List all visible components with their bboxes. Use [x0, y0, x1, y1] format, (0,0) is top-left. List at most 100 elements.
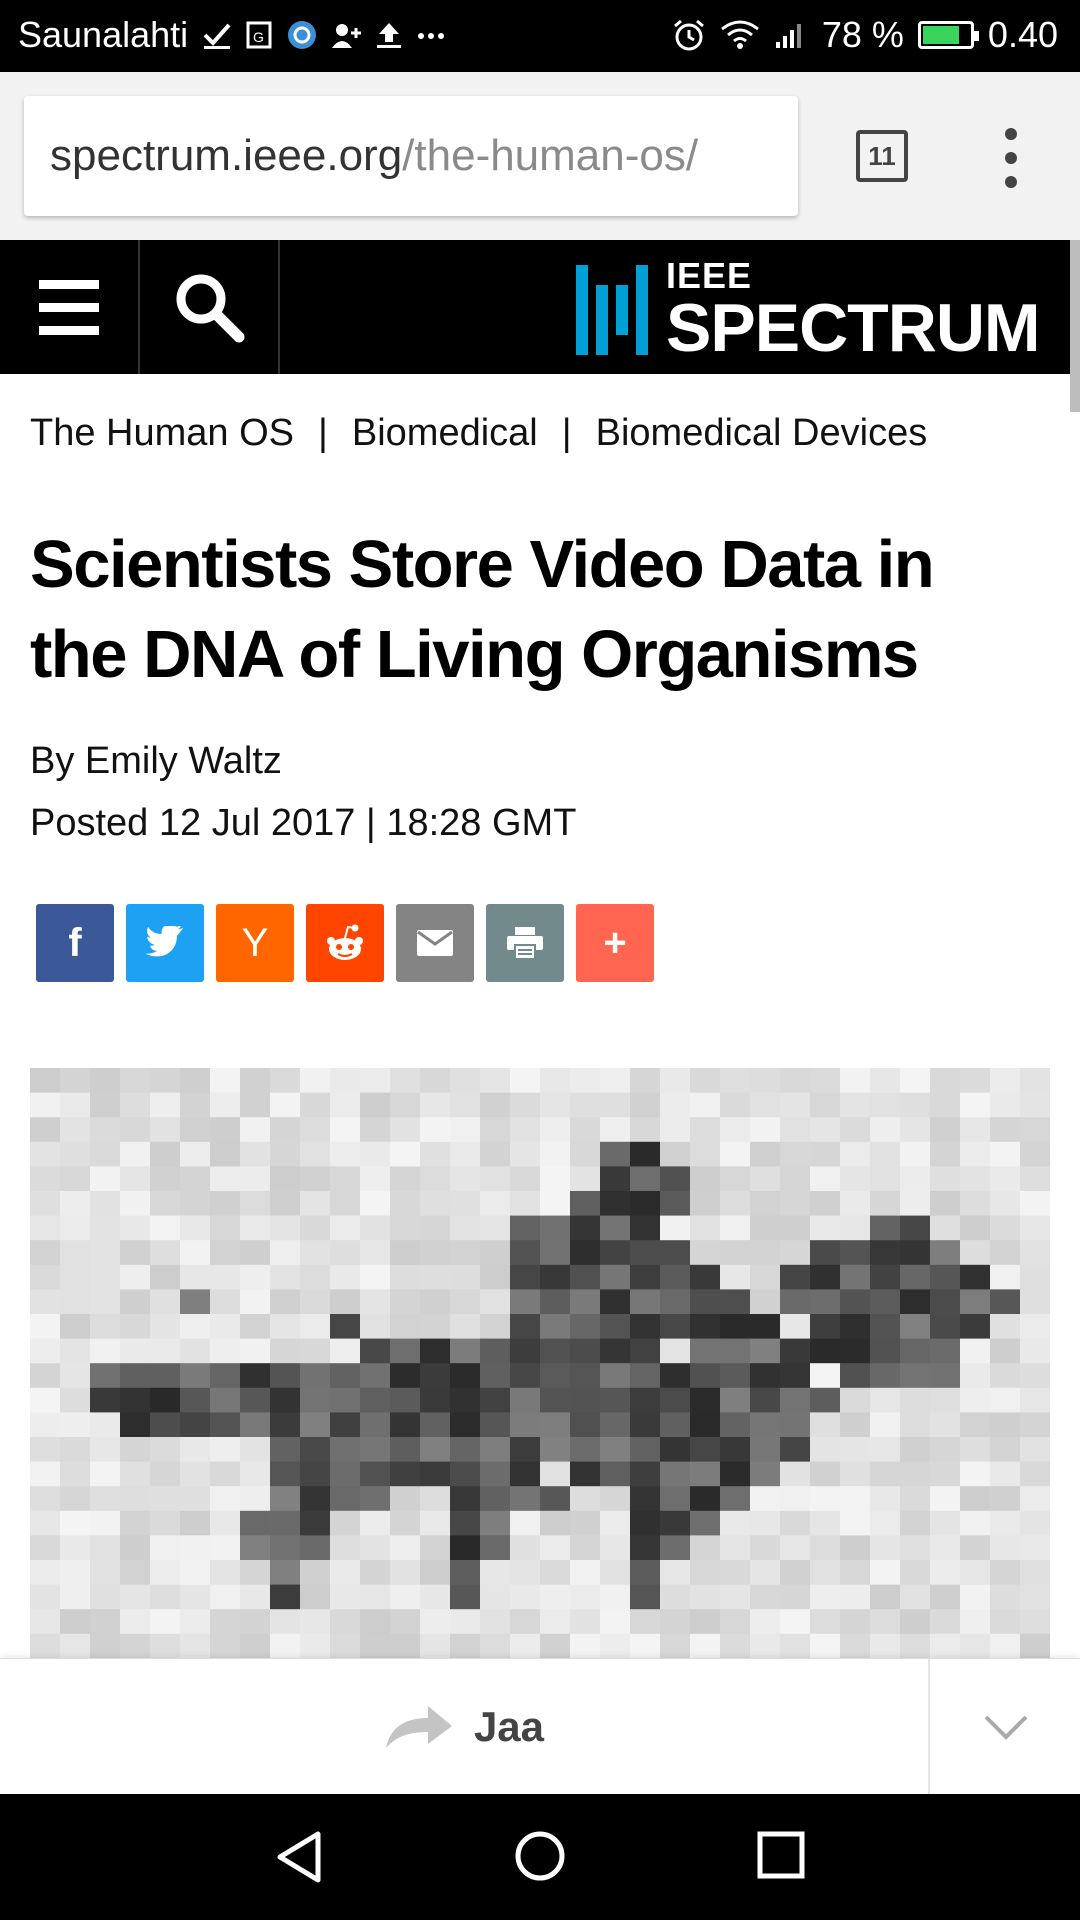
hacker-news-share-button[interactable]: Y — [216, 904, 294, 982]
image-pixel — [630, 1363, 661, 1389]
image-pixel — [930, 1412, 961, 1438]
image-pixel — [390, 1240, 421, 1266]
back-icon[interactable] — [272, 1828, 328, 1886]
email-share-button[interactable] — [396, 904, 474, 982]
image-pixel — [810, 1510, 841, 1536]
image-pixel — [480, 1215, 511, 1241]
image-pixel — [60, 1486, 91, 1512]
image-pixel — [300, 1510, 331, 1536]
image-pixel — [930, 1314, 961, 1340]
image-pixel — [450, 1461, 481, 1487]
image-pixel — [900, 1191, 931, 1217]
image-pixel — [900, 1092, 931, 1118]
image-pixel — [690, 1437, 721, 1463]
image-pixel — [60, 1166, 91, 1192]
image-pixel — [840, 1633, 871, 1658]
recent-apps-icon[interactable] — [756, 1830, 806, 1880]
image-pixel — [120, 1289, 151, 1315]
image-pixel — [960, 1240, 991, 1266]
image-pixel — [720, 1412, 751, 1438]
image-pixel — [210, 1609, 241, 1635]
image-pixel — [690, 1461, 721, 1487]
image-pixel — [990, 1092, 1021, 1118]
image-pixel — [210, 1560, 241, 1586]
image-pixel — [540, 1068, 571, 1094]
image-pixel — [240, 1092, 271, 1118]
image-pixel — [450, 1141, 481, 1167]
image-pixel — [210, 1068, 241, 1094]
breadcrumb-link[interactable]: Biomedical — [352, 412, 538, 455]
image-pixel — [990, 1068, 1021, 1094]
image-pixel — [480, 1560, 511, 1586]
article-image[interactable] — [30, 1068, 1050, 1658]
image-pixel — [990, 1314, 1021, 1340]
image-pixel — [720, 1387, 751, 1413]
breadcrumb-link[interactable]: Biomedical Devices — [596, 412, 928, 455]
image-pixel — [360, 1092, 391, 1118]
image-pixel — [210, 1338, 241, 1364]
image-pixel — [660, 1560, 691, 1586]
image-pixel — [180, 1486, 211, 1512]
image-pixel — [150, 1510, 181, 1536]
system-nav-bar — [0, 1794, 1080, 1920]
image-pixel — [870, 1289, 901, 1315]
image-pixel — [600, 1560, 631, 1586]
image-pixel — [450, 1486, 481, 1512]
image-pixel — [270, 1535, 301, 1561]
image-pixel — [120, 1560, 151, 1586]
image-pixel — [540, 1387, 571, 1413]
image-pixel — [900, 1338, 931, 1364]
address-bar[interactable]: spectrum.ieee.org/the-human-os/ — [24, 96, 798, 216]
tab-switcher-button[interactable]: 11 — [856, 130, 908, 182]
image-pixel — [780, 1289, 811, 1315]
image-pixel — [330, 1560, 361, 1586]
image-pixel — [30, 1264, 61, 1290]
reddit-share-button[interactable] — [306, 904, 384, 982]
image-pixel — [900, 1363, 931, 1389]
image-pixel — [300, 1314, 331, 1340]
bottom-share-bar: Jaa — [0, 1658, 1080, 1795]
image-pixel — [240, 1437, 271, 1463]
expand-button[interactable] — [932, 1659, 1080, 1795]
image-pixel — [510, 1633, 541, 1658]
image-pixel — [540, 1461, 571, 1487]
breadcrumb-link[interactable]: The Human OS — [30, 412, 294, 455]
image-pixel — [510, 1289, 541, 1315]
image-pixel — [600, 1412, 631, 1438]
image-pixel — [870, 1461, 901, 1487]
page-scrollbar[interactable] — [1070, 240, 1080, 412]
browser-menu-button[interactable] — [996, 128, 1026, 188]
image-pixel — [330, 1584, 361, 1610]
image-pixel — [750, 1412, 781, 1438]
print-share-button[interactable] — [486, 904, 564, 982]
image-pixel — [840, 1289, 871, 1315]
image-pixel — [390, 1609, 421, 1635]
image-pixel — [480, 1240, 511, 1266]
image-pixel — [570, 1461, 601, 1487]
image-pixel — [150, 1191, 181, 1217]
image-pixel — [180, 1215, 211, 1241]
image-pixel — [840, 1191, 871, 1217]
twitter-share-button[interactable] — [126, 904, 204, 982]
image-pixel — [660, 1092, 691, 1118]
image-pixel — [30, 1412, 61, 1438]
search-button[interactable] — [140, 240, 280, 374]
image-pixel — [420, 1166, 451, 1192]
image-pixel — [270, 1264, 301, 1290]
image-pixel — [480, 1264, 511, 1290]
image-pixel — [90, 1289, 121, 1315]
more-share-button[interactable]: + — [576, 904, 654, 982]
facebook-share-button[interactable]: f — [36, 904, 114, 982]
share-button[interactable]: Jaa — [0, 1659, 930, 1795]
image-pixel — [360, 1215, 391, 1241]
image-pixel — [210, 1412, 241, 1438]
site-logo[interactable]: IEEE SPECTRUM — [576, 258, 1041, 362]
home-icon[interactable] — [514, 1828, 566, 1884]
image-pixel — [510, 1412, 541, 1438]
image-pixel — [660, 1584, 691, 1610]
image-pixel — [690, 1412, 721, 1438]
image-pixel — [870, 1338, 901, 1364]
image-pixel — [480, 1633, 511, 1658]
hamburger-menu-button[interactable] — [0, 240, 140, 374]
image-pixel — [150, 1068, 181, 1094]
